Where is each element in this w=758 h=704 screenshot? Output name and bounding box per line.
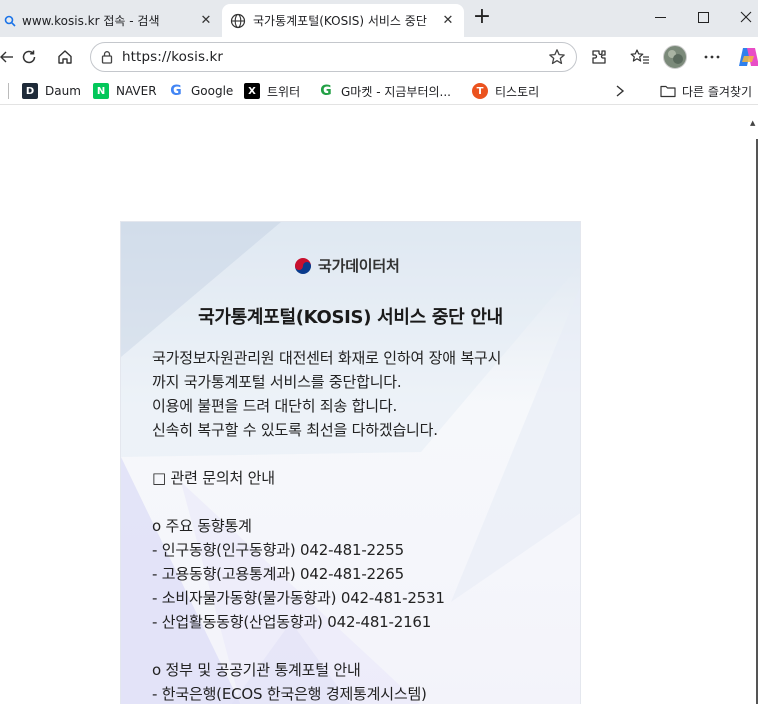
toolbar: https://kosis.kr	[0, 37, 758, 77]
maximize-button[interactable]	[680, 0, 726, 34]
tab-title: www.kosis.kr 접속 - 검색	[22, 14, 160, 28]
minimize-button[interactable]	[637, 0, 683, 34]
contact-line: - 고용동향(고용통계과) 042-481-2265	[152, 565, 404, 583]
extensions-icon[interactable]	[587, 45, 611, 69]
tistory-icon: T	[472, 83, 488, 99]
bookmark-gmarket[interactable]: G G마켓 - 지금부터의...	[318, 82, 451, 100]
notice-panel: 국가데이터처 국가통계포털(KOSIS) 서비스 중단 안내 국가정보자원관리원…	[120, 221, 581, 704]
bookmark-label: G마켓 - 지금부터의...	[341, 84, 451, 99]
bookmarks-divider	[8, 83, 9, 99]
contact-line: - 인구동향(인구동향과) 042-481-2255	[152, 541, 404, 559]
profile-avatar[interactable]	[663, 45, 687, 69]
favorites-icon[interactable]	[628, 45, 652, 69]
notice-line: 까지 국가통계포털 서비스를 중단합니다.	[152, 373, 402, 391]
notice-line: - 한국은행(ECOS 한국은행 경제통계시스템)	[152, 685, 427, 703]
scroll-up-arrow-icon[interactable]: ▲	[750, 119, 755, 127]
contact-line: - 산업활동동향(산업동향과) 042-481-2161	[152, 613, 432, 631]
bookmark-label: NAVER	[116, 84, 157, 98]
notice-title: 국가통계포털(KOSIS) 서비스 중단 안내	[198, 307, 503, 328]
tab-search[interactable]: www.kosis.kr 접속 - 검색 ✕	[0, 4, 222, 37]
naver-icon: N	[93, 83, 109, 99]
url-text[interactable]: https://kosis.kr	[122, 49, 223, 65]
x-icon: X	[244, 83, 260, 99]
bookmark-google[interactable]: G Google	[168, 82, 233, 100]
folder-icon	[660, 84, 676, 98]
more-icon[interactable]	[700, 45, 724, 69]
notice-line: o 주요 동향통계	[152, 517, 252, 535]
bookmark-label: Daum	[45, 84, 81, 98]
other-favorites[interactable]: 다른 즐겨찾기	[660, 82, 752, 100]
notice-line: 국가정보자원관리원 대전센터 화재로 인하여 장애 복구시	[152, 349, 502, 367]
close-icon[interactable]: ✕	[438, 13, 458, 28]
agency-logo: 국가데이터처	[294, 255, 400, 276]
star-icon[interactable]	[548, 48, 566, 70]
address-bar[interactable]: https://kosis.kr	[90, 42, 577, 72]
close-icon[interactable]: ✕	[196, 13, 216, 28]
scrollbar[interactable]: ▲	[750, 106, 758, 704]
bookmark-naver[interactable]: N NAVER	[93, 82, 157, 100]
notice-line	[152, 634, 501, 658]
close-window-button[interactable]	[723, 0, 758, 34]
google-icon: G	[170, 83, 182, 99]
bookmark-label: Google	[191, 84, 234, 98]
bookmark-twitter[interactable]: X 트위터	[244, 82, 300, 100]
tab-kosis[interactable]: 국가통계포털(KOSIS) 서비스 중단 ✕	[222, 4, 464, 37]
notice-line: o 정부 및 공공기관 통계포털 안내	[152, 661, 361, 679]
taegeuk-emblem-icon	[294, 257, 312, 275]
refresh-icon[interactable]	[17, 45, 41, 69]
other-favorites-label: 다른 즐겨찾기	[682, 84, 753, 99]
bookmark-label: 트위터	[267, 84, 301, 99]
home-icon[interactable]	[53, 45, 77, 69]
chevron-right-icon[interactable]	[615, 82, 625, 100]
search-icon	[2, 13, 18, 29]
notice-body: 국가정보자원관리원 대전센터 화재로 인하여 장애 복구시 까지 국가통계포털 …	[152, 346, 501, 704]
daum-icon: D	[22, 83, 38, 99]
contact-line: - 소비자물가동향(물가동향과) 042-481-2531	[152, 589, 445, 607]
notice-line: 신속히 복구할 수 있도록 최선을 다하겠습니다.	[152, 421, 438, 439]
tab-title: 국가통계포털(KOSIS) 서비스 중단	[253, 14, 427, 28]
gmarket-icon: G	[320, 83, 332, 99]
tab-strip: www.kosis.kr 접속 - 검색 ✕ 국가통계포털(KOSIS) 서비스…	[0, 0, 758, 37]
notice-line	[152, 442, 501, 466]
notice-line: □ 관련 문의처 안내	[152, 469, 275, 487]
lock-icon[interactable]	[101, 50, 113, 64]
back-arrow-icon[interactable]	[0, 45, 18, 69]
bookmark-tistory[interactable]: T 티스토리	[472, 82, 539, 100]
notice-line	[152, 490, 501, 514]
bookmark-daum[interactable]: D Daum	[22, 82, 81, 100]
bookmark-label: 티스토리	[495, 84, 540, 99]
globe-icon	[230, 13, 246, 29]
logo-text: 국가데이터처	[318, 257, 400, 275]
bookmarks-bar: D Daum N NAVER G Google X 트위터 G G마켓 - 지금…	[0, 77, 758, 105]
notice-line: 이용에 불편을 드려 대단히 죄송 합니다.	[152, 397, 398, 415]
copilot-icon[interactable]	[737, 45, 758, 69]
new-tab-button[interactable]: +	[470, 6, 494, 30]
